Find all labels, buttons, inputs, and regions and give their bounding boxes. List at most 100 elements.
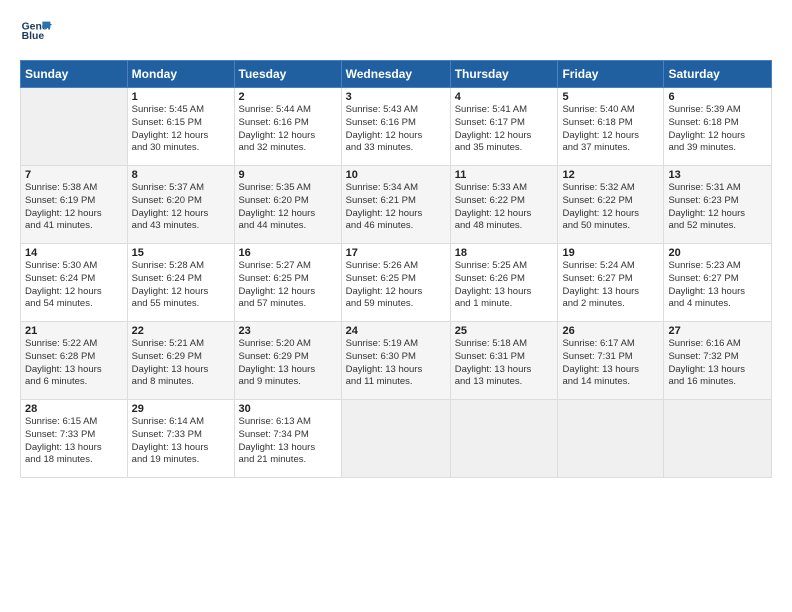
calendar-cell (341, 400, 450, 478)
calendar-week-row: 21Sunrise: 5:22 AM Sunset: 6:28 PM Dayli… (21, 322, 772, 400)
day-number: 13 (668, 169, 767, 181)
weekday-header-saturday: Saturday (664, 61, 772, 88)
logo: General Blue (20, 18, 52, 46)
day-info: Sunrise: 6:16 AM Sunset: 7:32 PM Dayligh… (668, 338, 767, 389)
calendar-cell: 21Sunrise: 5:22 AM Sunset: 6:28 PM Dayli… (21, 322, 128, 400)
calendar-cell: 7Sunrise: 5:38 AM Sunset: 6:19 PM Daylig… (21, 166, 128, 244)
day-number: 24 (346, 325, 446, 337)
calendar-cell: 15Sunrise: 5:28 AM Sunset: 6:24 PM Dayli… (127, 244, 234, 322)
weekday-header-thursday: Thursday (450, 61, 558, 88)
day-info: Sunrise: 5:38 AM Sunset: 6:19 PM Dayligh… (25, 182, 123, 233)
day-info: Sunrise: 5:31 AM Sunset: 6:23 PM Dayligh… (668, 182, 767, 233)
calendar-cell: 28Sunrise: 6:15 AM Sunset: 7:33 PM Dayli… (21, 400, 128, 478)
day-info: Sunrise: 6:17 AM Sunset: 7:31 PM Dayligh… (562, 338, 659, 389)
logo-icon: General Blue (20, 18, 52, 46)
calendar-cell: 8Sunrise: 5:37 AM Sunset: 6:20 PM Daylig… (127, 166, 234, 244)
calendar-cell: 30Sunrise: 6:13 AM Sunset: 7:34 PM Dayli… (234, 400, 341, 478)
calendar-cell: 14Sunrise: 5:30 AM Sunset: 6:24 PM Dayli… (21, 244, 128, 322)
calendar-cell (664, 400, 772, 478)
day-number: 18 (455, 247, 554, 259)
calendar-cell: 5Sunrise: 5:40 AM Sunset: 6:18 PM Daylig… (558, 88, 664, 166)
calendar-cell: 25Sunrise: 5:18 AM Sunset: 6:31 PM Dayli… (450, 322, 558, 400)
day-info: Sunrise: 5:43 AM Sunset: 6:16 PM Dayligh… (346, 104, 446, 155)
day-number: 22 (132, 325, 230, 337)
day-number: 30 (239, 403, 337, 415)
day-number: 9 (239, 169, 337, 181)
calendar-cell: 6Sunrise: 5:39 AM Sunset: 6:18 PM Daylig… (664, 88, 772, 166)
day-number: 7 (25, 169, 123, 181)
calendar-cell: 2Sunrise: 5:44 AM Sunset: 6:16 PM Daylig… (234, 88, 341, 166)
day-number: 11 (455, 169, 554, 181)
day-info: Sunrise: 5:25 AM Sunset: 6:26 PM Dayligh… (455, 260, 554, 311)
day-number: 17 (346, 247, 446, 259)
calendar-cell: 29Sunrise: 6:14 AM Sunset: 7:33 PM Dayli… (127, 400, 234, 478)
day-number: 26 (562, 325, 659, 337)
day-number: 29 (132, 403, 230, 415)
day-info: Sunrise: 5:40 AM Sunset: 6:18 PM Dayligh… (562, 104, 659, 155)
day-info: Sunrise: 5:35 AM Sunset: 6:20 PM Dayligh… (239, 182, 337, 233)
calendar-cell: 27Sunrise: 6:16 AM Sunset: 7:32 PM Dayli… (664, 322, 772, 400)
day-info: Sunrise: 5:33 AM Sunset: 6:22 PM Dayligh… (455, 182, 554, 233)
day-number: 4 (455, 91, 554, 103)
day-info: Sunrise: 5:39 AM Sunset: 6:18 PM Dayligh… (668, 104, 767, 155)
svg-text:Blue: Blue (22, 31, 45, 42)
calendar-cell: 24Sunrise: 5:19 AM Sunset: 6:30 PM Dayli… (341, 322, 450, 400)
weekday-header-row: SundayMondayTuesdayWednesdayThursdayFrid… (21, 61, 772, 88)
day-info: Sunrise: 5:41 AM Sunset: 6:17 PM Dayligh… (455, 104, 554, 155)
calendar-cell: 12Sunrise: 5:32 AM Sunset: 6:22 PM Dayli… (558, 166, 664, 244)
calendar-cell (558, 400, 664, 478)
day-info: Sunrise: 6:15 AM Sunset: 7:33 PM Dayligh… (25, 416, 123, 467)
calendar-table: SundayMondayTuesdayWednesdayThursdayFrid… (20, 60, 772, 478)
calendar-cell: 20Sunrise: 5:23 AM Sunset: 6:27 PM Dayli… (664, 244, 772, 322)
calendar-cell: 19Sunrise: 5:24 AM Sunset: 6:27 PM Dayli… (558, 244, 664, 322)
day-number: 19 (562, 247, 659, 259)
calendar-cell: 22Sunrise: 5:21 AM Sunset: 6:29 PM Dayli… (127, 322, 234, 400)
calendar-cell: 18Sunrise: 5:25 AM Sunset: 6:26 PM Dayli… (450, 244, 558, 322)
day-number: 6 (668, 91, 767, 103)
calendar-cell: 3Sunrise: 5:43 AM Sunset: 6:16 PM Daylig… (341, 88, 450, 166)
day-number: 16 (239, 247, 337, 259)
page: General Blue SundayMondayTuesdayWednesda… (0, 0, 792, 488)
day-number: 12 (562, 169, 659, 181)
weekday-header-friday: Friday (558, 61, 664, 88)
calendar-cell: 17Sunrise: 5:26 AM Sunset: 6:25 PM Dayli… (341, 244, 450, 322)
day-number: 25 (455, 325, 554, 337)
weekday-header-tuesday: Tuesday (234, 61, 341, 88)
day-info: Sunrise: 5:44 AM Sunset: 6:16 PM Dayligh… (239, 104, 337, 155)
day-info: Sunrise: 5:23 AM Sunset: 6:27 PM Dayligh… (668, 260, 767, 311)
day-number: 14 (25, 247, 123, 259)
day-info: Sunrise: 5:28 AM Sunset: 6:24 PM Dayligh… (132, 260, 230, 311)
day-info: Sunrise: 5:32 AM Sunset: 6:22 PM Dayligh… (562, 182, 659, 233)
calendar-cell: 26Sunrise: 6:17 AM Sunset: 7:31 PM Dayli… (558, 322, 664, 400)
weekday-header-wednesday: Wednesday (341, 61, 450, 88)
calendar-cell: 4Sunrise: 5:41 AM Sunset: 6:17 PM Daylig… (450, 88, 558, 166)
calendar-week-row: 14Sunrise: 5:30 AM Sunset: 6:24 PM Dayli… (21, 244, 772, 322)
calendar-cell: 13Sunrise: 5:31 AM Sunset: 6:23 PM Dayli… (664, 166, 772, 244)
day-number: 15 (132, 247, 230, 259)
day-info: Sunrise: 5:45 AM Sunset: 6:15 PM Dayligh… (132, 104, 230, 155)
day-info: Sunrise: 5:24 AM Sunset: 6:27 PM Dayligh… (562, 260, 659, 311)
day-number: 10 (346, 169, 446, 181)
day-number: 2 (239, 91, 337, 103)
calendar-week-row: 1Sunrise: 5:45 AM Sunset: 6:15 PM Daylig… (21, 88, 772, 166)
calendar-cell: 9Sunrise: 5:35 AM Sunset: 6:20 PM Daylig… (234, 166, 341, 244)
day-info: Sunrise: 6:14 AM Sunset: 7:33 PM Dayligh… (132, 416, 230, 467)
day-info: Sunrise: 5:30 AM Sunset: 6:24 PM Dayligh… (25, 260, 123, 311)
calendar-cell: 10Sunrise: 5:34 AM Sunset: 6:21 PM Dayli… (341, 166, 450, 244)
day-info: Sunrise: 5:37 AM Sunset: 6:20 PM Dayligh… (132, 182, 230, 233)
day-number: 28 (25, 403, 123, 415)
day-info: Sunrise: 5:18 AM Sunset: 6:31 PM Dayligh… (455, 338, 554, 389)
day-number: 20 (668, 247, 767, 259)
day-number: 23 (239, 325, 337, 337)
calendar-cell (450, 400, 558, 478)
header: General Blue (20, 18, 772, 46)
day-info: Sunrise: 5:22 AM Sunset: 6:28 PM Dayligh… (25, 338, 123, 389)
day-info: Sunrise: 5:19 AM Sunset: 6:30 PM Dayligh… (346, 338, 446, 389)
day-number: 21 (25, 325, 123, 337)
day-info: Sunrise: 5:21 AM Sunset: 6:29 PM Dayligh… (132, 338, 230, 389)
calendar-cell (21, 88, 128, 166)
calendar-week-row: 28Sunrise: 6:15 AM Sunset: 7:33 PM Dayli… (21, 400, 772, 478)
calendar-cell: 1Sunrise: 5:45 AM Sunset: 6:15 PM Daylig… (127, 88, 234, 166)
day-number: 8 (132, 169, 230, 181)
day-info: Sunrise: 6:13 AM Sunset: 7:34 PM Dayligh… (239, 416, 337, 467)
